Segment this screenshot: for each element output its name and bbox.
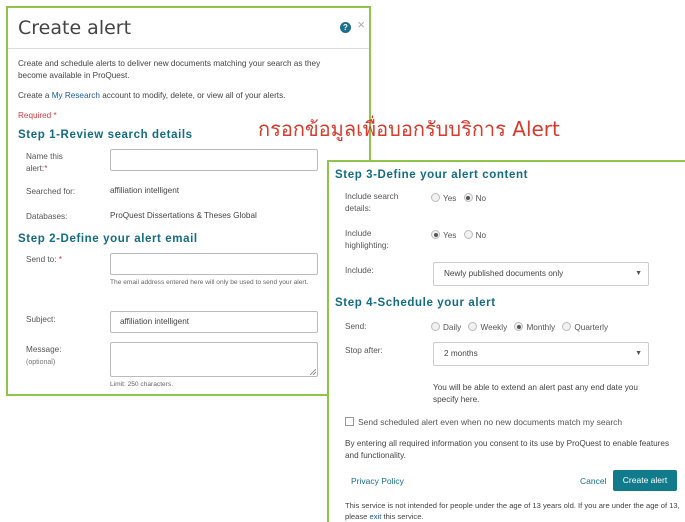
- step3-heading: Step 3-Define your alert content: [335, 169, 529, 181]
- age-notice: This service is not intended for people …: [345, 500, 683, 522]
- send-to-hint: The email address entered here will only…: [110, 279, 309, 286]
- required-star: *: [44, 164, 48, 173]
- create-account-prefix: Create a: [18, 91, 50, 100]
- create-alert-button[interactable]: Create alert: [613, 470, 677, 491]
- intro-text: Create and schedule alerts to deliver ne…: [18, 59, 321, 80]
- step2-heading: Step 2-Define your alert email: [18, 233, 198, 245]
- radio-search-details-no[interactable]: [463, 193, 473, 202]
- send-frequency-label: Send:: [345, 322, 367, 331]
- required-note: Required *: [18, 111, 57, 120]
- radio-quarterly[interactable]: [562, 322, 572, 331]
- radio-label-daily: Daily: [443, 323, 462, 332]
- radio-label-yes: Yes: [443, 231, 457, 240]
- stop-after-select[interactable]: 2 months ▼: [433, 342, 649, 366]
- message-textarea[interactable]: [110, 342, 318, 377]
- message-optional-label: (optional): [26, 359, 56, 366]
- title-divider: [8, 48, 369, 49]
- radio-label-no: No: [475, 231, 487, 240]
- privacy-policy-link[interactable]: Privacy Policy: [351, 476, 404, 486]
- radio-label-monthly: Monthly: [526, 323, 556, 332]
- create-account-suffix: account to modify, delete, or view all o…: [102, 91, 286, 100]
- alert-name-input[interactable]: [110, 149, 318, 171]
- step4-heading: Step 4-Schedule your alert: [335, 297, 496, 309]
- searched-for-label: Searched for:: [26, 187, 76, 196]
- step1-heading: Step 1-Review search details: [18, 129, 193, 141]
- highlighting-radio-group: Yes No: [431, 230, 491, 240]
- databases-label: Databases:: [26, 212, 68, 221]
- message-limit: Limit: 250 characters.: [110, 381, 174, 388]
- chevron-down-icon: ▼: [635, 270, 642, 277]
- dialog-title: Create alert: [18, 17, 132, 39]
- close-icon[interactable]: ×: [357, 17, 365, 32]
- cancel-button[interactable]: Cancel: [580, 476, 606, 486]
- exit-link[interactable]: exit: [370, 512, 382, 521]
- no-new-docs-label: Send scheduled alert even when no new do…: [358, 417, 623, 427]
- radio-label-yes: Yes: [443, 194, 457, 203]
- consent-text: By entering all required information you…: [345, 439, 670, 460]
- annotation-label: กรอกข้อมูลเพื่อบอกรับบริการ Alert: [258, 117, 560, 141]
- radio-highlighting-yes[interactable]: [431, 230, 440, 239]
- radio-monthly[interactable]: [514, 322, 524, 331]
- no-new-docs-checkbox[interactable]: [345, 417, 354, 426]
- age-notice-suffix: this service.: [383, 512, 424, 521]
- create-alert-dialog-left: Create alert ? × Create and schedule ale…: [6, 6, 371, 396]
- help-icon[interactable]: ?: [340, 22, 351, 33]
- include-select-value: Newly published documents only: [444, 269, 564, 278]
- send-to-label: Send to: *: [26, 254, 62, 266]
- stop-after-value: 2 months: [444, 349, 478, 358]
- radio-weekly[interactable]: [468, 322, 478, 331]
- send-frequency-radio-group: Daily Weekly Monthly Quarterly: [431, 322, 613, 332]
- send-to-label-text: Send to:: [26, 255, 57, 264]
- my-research-link[interactable]: My Research: [52, 91, 100, 100]
- subject-input[interactable]: affiliation intelligent: [110, 311, 318, 333]
- include-search-details-label: Include search details:: [345, 192, 399, 213]
- radio-label-quarterly: Quarterly: [574, 323, 609, 332]
- include-select[interactable]: Newly published documents only ▼: [433, 262, 649, 286]
- create-account-text: Create a My Research account to modify, …: [18, 90, 358, 102]
- create-alert-dialog-right: Step 3-Define your alert content Include…: [327, 160, 685, 522]
- stop-after-label: Stop after:: [345, 346, 383, 355]
- required-star: *: [58, 255, 62, 264]
- extend-note: You will be able to extend an alert past…: [433, 383, 638, 404]
- send-to-input[interactable]: [110, 253, 318, 275]
- include-highlighting-label: Include highlighting:: [345, 229, 389, 250]
- radio-daily[interactable]: [431, 322, 440, 331]
- radio-label-no: No: [475, 194, 487, 203]
- radio-search-details-yes[interactable]: [431, 193, 440, 202]
- resize-grip-icon[interactable]: [310, 369, 316, 375]
- include-label: Include:: [345, 266, 374, 275]
- name-alert-label: Name this alert:*: [26, 151, 86, 175]
- chevron-down-icon: ▼: [635, 350, 642, 357]
- radio-highlighting-no[interactable]: [463, 230, 473, 239]
- searched-for-value: affiliation intelligent: [110, 186, 180, 195]
- radio-label-weekly: Weekly: [480, 323, 508, 332]
- search-details-radio-group: Yes No: [431, 193, 491, 203]
- databases-value: ProQuest Dissertations & Theses Global: [110, 211, 257, 220]
- message-label: Message:: [26, 345, 62, 354]
- subject-label: Subject:: [26, 315, 56, 324]
